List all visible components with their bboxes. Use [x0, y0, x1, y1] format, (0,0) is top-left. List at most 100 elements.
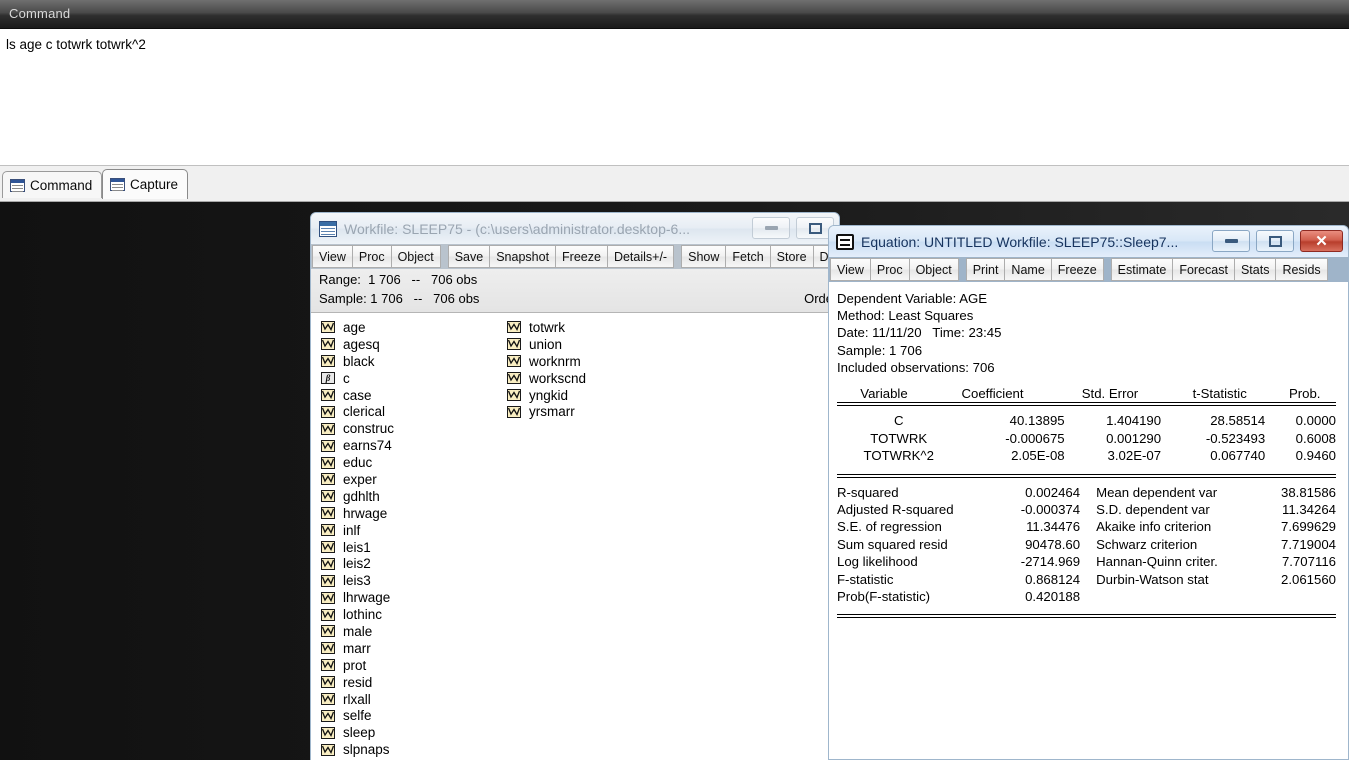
series-icon [321, 321, 335, 334]
series-icon [507, 355, 521, 368]
coef-cell-coefficient: 2.05E-08 [1011, 448, 1065, 464]
eviews-application-window: Command ls age c totwrk totwrk^2 Command… [0, 0, 1349, 760]
workfile-object-item[interactable]: sleep [321, 724, 394, 741]
workfile-object-name: workscnd [529, 370, 587, 386]
workfile-object-item[interactable]: leis3 [321, 572, 394, 589]
workfile-button-proc[interactable]: Proc [351, 245, 391, 268]
workfile-object-column-2: totwrk union worknrm workscnd yngkid yrsmarr [507, 319, 586, 420]
workfile-object-item[interactable]: totwrk [507, 319, 586, 336]
workfile-object-name: worknrm [529, 353, 581, 369]
statistic-value-left: 11.34476 [1026, 519, 1081, 535]
minimize-icon[interactable] [1212, 230, 1250, 252]
equation-button-forecast[interactable]: Forecast [1172, 258, 1234, 281]
statistic-label-left: S.E. of regression [837, 519, 942, 535]
equation-titlebar[interactable]: Equation: UNTITLED Workfile: SLEEP75::Sl… [829, 226, 1348, 257]
workfile-object-item[interactable]: resid [321, 674, 394, 691]
series-icon [321, 608, 335, 621]
workfile-button-fetch[interactable]: Fetch [725, 245, 770, 268]
workfile-object-item[interactable]: hrwage [321, 505, 394, 522]
workfile-button-view[interactable]: View [312, 245, 352, 268]
series-icon [507, 338, 521, 351]
workfile-object-name: lothinc [343, 607, 383, 623]
workfile-object-item[interactable]: inlf [321, 522, 394, 539]
equation-output: Dependent Variable: AGE Method: Least Squ… [829, 282, 1348, 619]
statistic-label-right: Hannan-Quinn criter. [1096, 554, 1218, 570]
workfile-object-item[interactable]: βc [321, 370, 394, 387]
workfile-object-name: rlxall [343, 691, 371, 707]
workfile-object-item[interactable]: selfe [321, 707, 394, 724]
equation-window[interactable]: Equation: UNTITLED Workfile: SLEEP75::Sl… [828, 225, 1349, 760]
statistic-label-left: Sum squared resid [837, 536, 948, 552]
workfile-object-item[interactable]: male [321, 623, 394, 640]
workfile-object-item[interactable]: leis1 [321, 539, 394, 556]
equation-header-block: Dependent Variable: AGE Method: Least Squ… [837, 290, 1336, 376]
workfile-object-item[interactable]: union [507, 336, 586, 353]
maximize-icon[interactable] [1256, 230, 1294, 252]
equation-button-name[interactable]: Name [1004, 258, 1051, 281]
workfile-object-item[interactable]: workscnd [507, 370, 586, 387]
tab-command[interactable]: Command [2, 171, 103, 198]
workfile-window[interactable]: Workfile: SLEEP75 - (c:\users\administra… [310, 212, 840, 760]
equation-button-view[interactable]: View [830, 258, 870, 281]
workfile-object-item[interactable]: prot [321, 657, 394, 674]
equation-button-proc[interactable]: Proc [869, 258, 909, 281]
workfile-button-snapshot[interactable]: Snapshot [489, 245, 556, 268]
equation-button-stats[interactable]: Stats [1233, 258, 1276, 281]
coef-header-variable: Variable [860, 386, 908, 402]
coef-cell-t-statistic: 28.58514 [1210, 413, 1266, 429]
workfile-button-show[interactable]: Show [681, 245, 726, 268]
workfile-titlebar[interactable]: Workfile: SLEEP75 - (c:\users\administra… [311, 213, 839, 244]
series-icon [321, 490, 335, 503]
workfile-object-item[interactable]: educ [321, 454, 394, 471]
workfile-object-item[interactable]: lhrwage [321, 589, 394, 606]
workfile-object-item[interactable]: lothinc [321, 606, 394, 623]
workfile-object-item[interactable]: exper [321, 471, 394, 488]
workfile-object-item[interactable]: slpnaps [321, 741, 394, 758]
workfile-button-freeze[interactable]: Freeze [555, 245, 607, 268]
workfile-object-item[interactable]: rlxall [321, 691, 394, 708]
workfile-object-list[interactable]: age agesq black β c case clerical construc earns… [311, 313, 839, 760]
equation-header-line: Method: Least Squares [837, 308, 974, 324]
workfile-object-name: earns74 [343, 438, 392, 454]
equation-button-estimate[interactable]: Estimate [1110, 258, 1173, 281]
workfile-object-item[interactable]: black [321, 353, 394, 370]
statistic-value-left: 0.002464 [1025, 484, 1081, 500]
coefficient-table-header: Variable Coefficient Std. Error t-Statis… [837, 385, 1336, 402]
workfile-object-item[interactable]: marr [321, 640, 394, 657]
workfile-object-item[interactable]: yrsmarr [507, 403, 586, 420]
workfile-object-item[interactable]: case [321, 387, 394, 404]
workfile-button-store[interactable]: Store [769, 245, 813, 268]
statistic-row: F-statistic 0.868124 Durbin-Watson stat 2.0… [837, 571, 1336, 588]
series-icon [321, 625, 335, 638]
workfile-object-item[interactable]: agesq [321, 336, 394, 353]
series-icon [507, 405, 521, 418]
workfile-object-item[interactable]: gdhlth [321, 488, 394, 505]
workfile-button-save[interactable]: Save [447, 245, 490, 268]
equation-button-resids[interactable]: Resids [1275, 258, 1328, 281]
workfile-object-item[interactable]: worknrm [507, 353, 586, 370]
command-dock: Command ls age c totwrk totwrk^2 Command… [0, 0, 1349, 202]
command-input-area[interactable]: ls age c totwrk totwrk^2 [0, 29, 1349, 192]
coefficient-row: C 40.13895 1.404190 28.58514 0.0000 [837, 412, 1336, 429]
minimize-icon[interactable] [752, 217, 790, 239]
workfile-object-item[interactable]: clerical [321, 403, 394, 420]
equation-toolbar: View Proc Object Print Name Freeze Estim… [829, 257, 1348, 282]
workfile-info-bar: Range: 1 706 -- 706 obs Sample: 1 706 --… [311, 269, 839, 313]
workfile-object-item[interactable]: yngkid [507, 387, 586, 404]
series-icon [321, 524, 335, 537]
equation-button-object[interactable]: Object [908, 258, 959, 281]
equation-button-print[interactable]: Print [965, 258, 1005, 281]
workfile-object-item[interactable]: construc [321, 420, 394, 437]
equation-button-freeze[interactable]: Freeze [1050, 258, 1104, 281]
workfile-button-object[interactable]: Object [390, 245, 441, 268]
statistic-value-left: -0.000374 [1020, 502, 1081, 518]
workfile-object-item[interactable]: age [321, 319, 394, 336]
coef-cell-t-statistic: -0.523493 [1205, 430, 1266, 446]
workfile-object-item[interactable]: earns74 [321, 437, 394, 454]
close-icon[interactable]: ✕ [1300, 230, 1343, 252]
workfile-object-item[interactable]: leis2 [321, 555, 394, 572]
workfile-button-details[interactable]: Details+/- [606, 245, 675, 268]
statistic-label-right: Schwarz criterion [1096, 536, 1198, 552]
tab-capture[interactable]: Capture [102, 169, 189, 199]
